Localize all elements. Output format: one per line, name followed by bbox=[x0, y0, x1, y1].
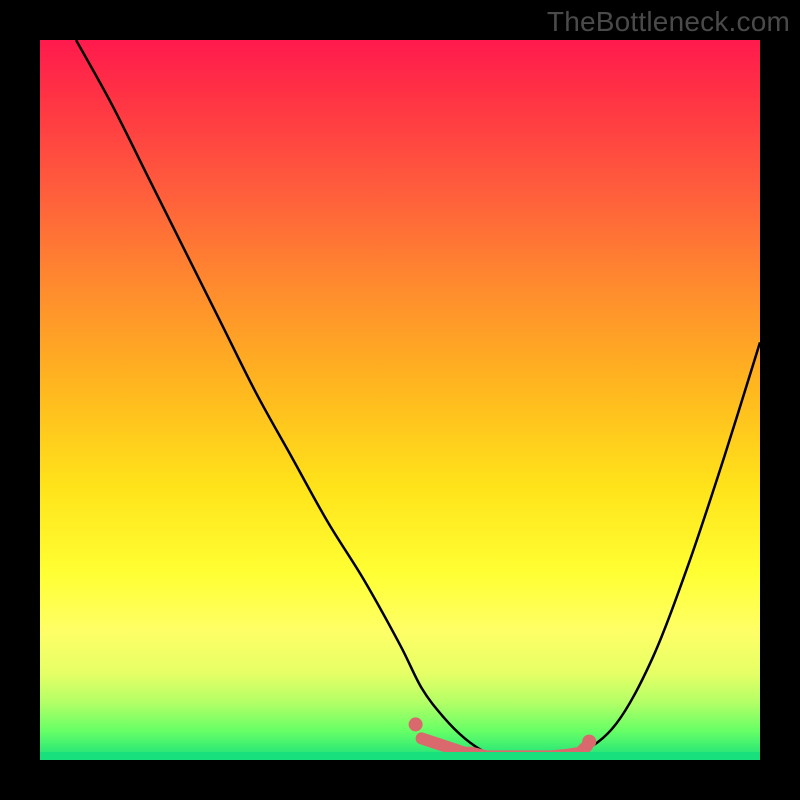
highlight-markers bbox=[409, 717, 597, 756]
curve-svg bbox=[40, 40, 760, 760]
bottleneck-curve bbox=[76, 40, 760, 760]
watermark-label: TheBottleneck.com bbox=[547, 6, 790, 38]
marker-dot-right bbox=[582, 735, 596, 749]
chart-frame: TheBottleneck.com bbox=[0, 0, 800, 800]
marker-dot-left bbox=[409, 717, 423, 731]
plot-area bbox=[40, 40, 760, 760]
baseline-strip bbox=[40, 752, 760, 760]
